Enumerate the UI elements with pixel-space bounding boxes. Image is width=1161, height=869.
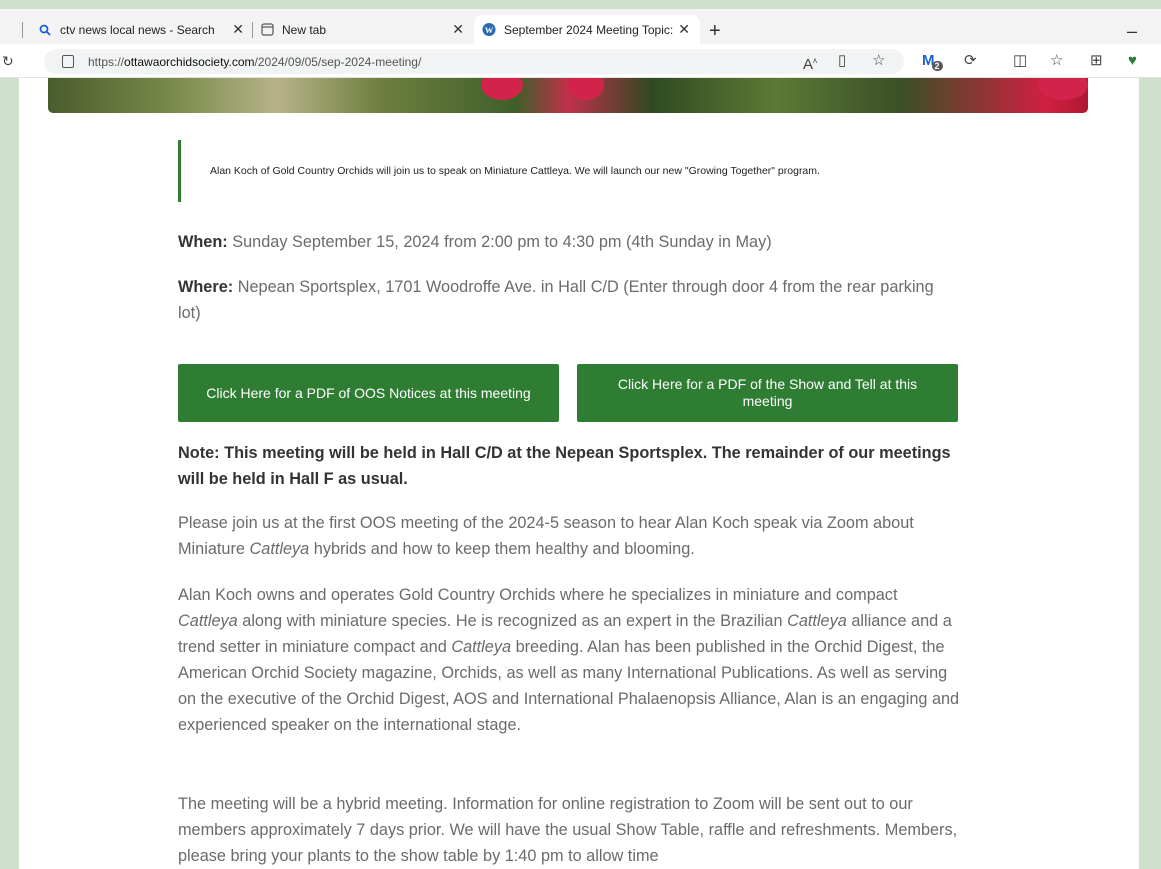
text: hybrids and how to keep them healthy and… xyxy=(309,540,695,558)
collections-icon[interactable]: ⊞ xyxy=(1090,52,1103,70)
flower-shape xyxy=(568,78,604,100)
paragraph-meeting-details: The meeting will be a hybrid meeting. In… xyxy=(178,795,958,865)
where-value: Nepean Sportsplex, 1701 Woodroffe Ave. i… xyxy=(178,278,934,322)
paragraph-intro: Please join us at the first OOS meeting … xyxy=(178,510,960,562)
extension-badge-icon[interactable]: M2 xyxy=(922,52,943,71)
lock-icon[interactable] xyxy=(62,55,74,68)
tab-search[interactable]: ctv news local news - Search ✕ xyxy=(22,15,254,44)
button-label: Click Here for a PDF of OOS Notices at t… xyxy=(206,384,531,401)
text-italic: Cattleya xyxy=(451,638,512,656)
favorite-star-icon[interactable]: ☆ xyxy=(872,52,885,70)
web-page: Alan Koch of Gold Country Orchids will j… xyxy=(19,78,1139,869)
where-label: Where: xyxy=(178,278,234,296)
extension-badge-count: 2 xyxy=(931,61,943,71)
read-aloud-icon[interactable]: Aʌ xyxy=(803,52,817,73)
svg-text:W: W xyxy=(485,26,494,35)
tab-title: New tab xyxy=(282,22,327,37)
url-scheme: https:// xyxy=(88,54,125,69)
immersive-reader-icon[interactable]: ▯ xyxy=(838,52,846,70)
favorites-icon[interactable]: ☆ xyxy=(1050,52,1063,70)
flower-shape xyxy=(1038,78,1088,100)
text: Alan Koch owns and operates Gold Country… xyxy=(178,586,898,604)
tab-new-tab[interactable]: New tab ✕ xyxy=(254,15,474,44)
meeting-note: Note: This meeting will be held in Hall … xyxy=(178,444,951,488)
close-icon[interactable]: ✕ xyxy=(452,21,464,38)
text-italic: Cattleya xyxy=(787,612,847,630)
address-row: ↻ https://ottawaorchidsociety.com/2024/0… xyxy=(0,44,1161,78)
when-label: When: xyxy=(178,233,228,251)
tab-title: September 2024 Meeting Topic: M xyxy=(504,22,674,37)
reload-icon[interactable]: ↻ xyxy=(2,53,14,70)
hero-image xyxy=(48,78,1088,113)
button-label: Click Here for a PDF of the Show and Tel… xyxy=(617,376,918,409)
split-screen-icon[interactable]: ◫ xyxy=(1013,52,1027,70)
quote-text: Alan Koch of Gold Country Orchids will j… xyxy=(210,165,820,177)
search-icon xyxy=(38,23,52,37)
where-line: Where: Nepean Sportsplex, 1701 Woodroffe… xyxy=(178,274,960,326)
new-tab-button[interactable]: + xyxy=(709,21,721,41)
wordpress-icon: W xyxy=(482,22,496,37)
oos-notices-pdf-button[interactable]: Click Here for a PDF of OOS Notices at t… xyxy=(178,364,559,422)
show-and-tell-pdf-button[interactable]: Click Here for a PDF of the Show and Tel… xyxy=(577,364,958,422)
text: along with miniature species. He is reco… xyxy=(237,612,788,630)
blockquote: Alan Koch of Gold Country Orchids will j… xyxy=(178,140,960,202)
text-italic: Cattleya xyxy=(178,612,238,630)
flower-shape xyxy=(481,78,523,100)
text-italic: Cattleya xyxy=(249,540,310,558)
address-bar[interactable]: https://ottawaorchidsociety.com/2024/09/… xyxy=(44,49,904,74)
close-icon[interactable]: ✕ xyxy=(678,21,690,38)
tab-title: ctv news local news - Search xyxy=(60,22,215,37)
tab-bar: ctv news local news - Search ✕ New tab ✕… xyxy=(0,9,1161,44)
url-path: /2024/09/05/sep-2024-meeting/ xyxy=(254,54,422,69)
tab-separator xyxy=(252,22,253,38)
extensions-icon[interactable]: ⟳ xyxy=(964,52,977,70)
minimize-button[interactable]: – xyxy=(1127,21,1137,42)
paragraph-speaker-bio: Alan Koch owns and operates Gold Country… xyxy=(178,582,960,738)
performance-icon[interactable]: ♥ xyxy=(1128,52,1137,70)
when-value: Sunday September 15, 2024 from 2:00 pm t… xyxy=(227,233,772,251)
when-line: When: Sunday September 15, 2024 from 2:0… xyxy=(178,229,960,255)
newtab-icon xyxy=(260,23,274,37)
close-icon[interactable]: ✕ xyxy=(232,21,244,38)
url-host: ottawaorchidsociety.com xyxy=(124,54,255,69)
tab-meeting[interactable]: W September 2024 Meeting Topic: M ✕ xyxy=(474,15,700,44)
